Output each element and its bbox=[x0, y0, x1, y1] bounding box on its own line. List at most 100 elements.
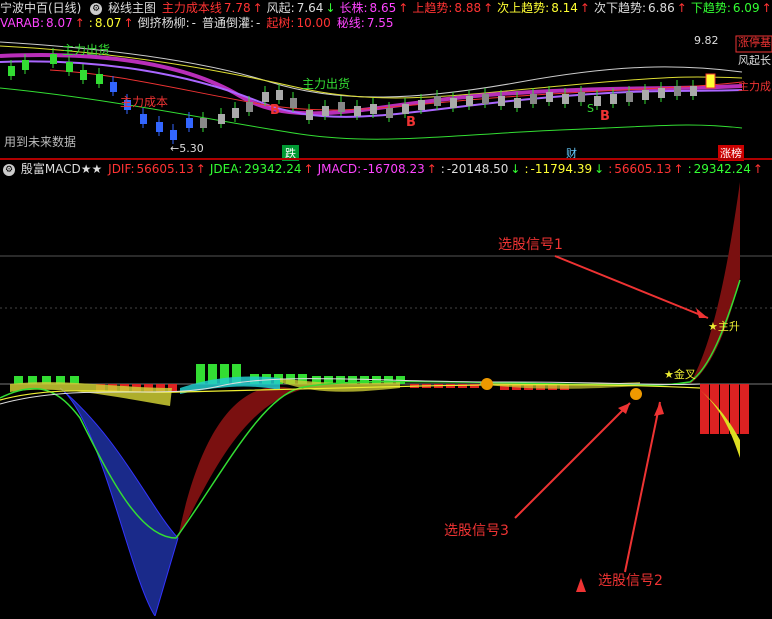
candle bbox=[578, 92, 585, 102]
candle bbox=[434, 96, 441, 106]
indicator-label: JDEA: bbox=[209, 162, 243, 176]
indicator-label: 普通倒灌: bbox=[202, 16, 255, 30]
candle bbox=[290, 98, 297, 108]
candle bbox=[276, 90, 283, 100]
indicator-number: 10.00 bbox=[296, 16, 331, 30]
indicator-value: 上趋势: 8.88 ↑ bbox=[412, 0, 495, 16]
label-zhuli-chuhuo-2: 主力出货 bbox=[302, 76, 350, 91]
trend-arrow-icon: ↑ bbox=[303, 162, 314, 176]
label-b2: B bbox=[406, 115, 416, 130]
candle bbox=[514, 98, 521, 108]
candle bbox=[170, 130, 177, 140]
candle bbox=[546, 92, 553, 102]
indicator-label: : bbox=[524, 162, 529, 176]
label-s1: S bbox=[587, 102, 594, 115]
main-chart-pane[interactable]: 主力出货 主力成本 主力出货 B B B S 9.82 ←5.30 用到未来数据… bbox=[0, 30, 772, 161]
candle bbox=[610, 94, 617, 104]
arrow-signal2 bbox=[624, 401, 661, 573]
indicator-label: 风起: bbox=[266, 1, 295, 15]
indicator-value: JDIF: 56605.13 ↑ bbox=[108, 161, 208, 177]
candle bbox=[8, 66, 15, 76]
pane-divider[interactable] bbox=[0, 158, 772, 160]
indicator-number: - bbox=[256, 16, 261, 30]
indicator-number: 56605.13 bbox=[614, 162, 672, 176]
histogram-bar bbox=[196, 364, 205, 384]
macd-settings-icon[interactable]: ⚙ bbox=[3, 163, 15, 176]
indicator-number: -11794.39 bbox=[530, 162, 593, 176]
trend-arrow-icon: ↑ bbox=[252, 1, 263, 15]
indicator-label: : bbox=[608, 162, 613, 176]
trough-blue-area bbox=[59, 387, 179, 618]
trend-arrow-icon: ↓ bbox=[510, 162, 521, 176]
trend-arrow-icon: ↓ bbox=[325, 1, 336, 15]
candle bbox=[594, 96, 601, 106]
candle bbox=[386, 108, 393, 118]
candle bbox=[306, 110, 313, 120]
indicator-value: JDEA: 29342.24 ↑ bbox=[210, 161, 316, 177]
trend-arrow-icon: ↑ bbox=[752, 162, 763, 176]
indicator-label: : bbox=[687, 162, 692, 176]
histogram-bar bbox=[458, 384, 467, 388]
macd-chart-pane[interactable]: ★主升 ★金叉 选股信号1 选股信号3 选股信号2 bbox=[0, 178, 772, 618]
price-low-label: ←5.30 bbox=[170, 142, 204, 155]
label-fengqi: 风起长 bbox=[738, 54, 771, 67]
candle bbox=[66, 62, 73, 72]
stock-title[interactable]: 宁波中百(日线) bbox=[0, 1, 81, 15]
main-chart-name[interactable]: 秘线主图 bbox=[108, 1, 156, 15]
indicator-number: 7.64 bbox=[296, 1, 324, 15]
label-zhuli-chengben: 主力成本 bbox=[120, 95, 168, 109]
trend-arrow-icon: ↑ bbox=[676, 1, 687, 15]
macd-indicator-values: JDIF: 56605.13 ↑ JDEA: 29342.24 ↑ JMACD: -16708… bbox=[108, 162, 767, 176]
indicator-value: 倒挤杨柳: - bbox=[138, 15, 200, 31]
indicator-value: :56605.13 ↑ bbox=[608, 161, 685, 177]
label-zhuli-cheng-right: 主力成 bbox=[738, 80, 771, 93]
candle bbox=[466, 96, 473, 106]
candle bbox=[322, 106, 329, 116]
candle bbox=[110, 82, 117, 92]
indicator-number: -20148.50 bbox=[446, 162, 509, 176]
indicator-value: JMACD: -16708.23 ↑ bbox=[318, 161, 439, 177]
annotation-signal1: 选股信号1 bbox=[498, 237, 563, 253]
indicator-label: : bbox=[88, 16, 93, 30]
label-jin: ★金叉 bbox=[664, 367, 696, 381]
macd-name[interactable]: 殷富MACD★★ bbox=[21, 162, 103, 176]
candle bbox=[418, 100, 425, 110]
indicator-number: 8.07 bbox=[94, 16, 122, 30]
candle bbox=[246, 102, 253, 112]
highlight-candle bbox=[705, 73, 716, 89]
indicator-number: 29342.24 bbox=[693, 162, 751, 176]
label-zhusheng: ★主升 bbox=[708, 320, 740, 333]
label-b3: B bbox=[600, 109, 610, 124]
label-zhuli-chuhuo-1: 主力出货 bbox=[62, 42, 110, 57]
settings-icon[interactable]: ⚙ bbox=[90, 2, 103, 15]
candle bbox=[498, 96, 505, 106]
candle bbox=[200, 118, 207, 128]
macd-chart-svg: ★主升 ★金叉 bbox=[0, 182, 772, 618]
indicator-label: 次上趋势: bbox=[497, 1, 550, 15]
trend-arrow-icon: ↓ bbox=[594, 162, 605, 176]
indicator-value: : -11794.39 ↓ bbox=[524, 161, 606, 177]
candle bbox=[262, 92, 269, 102]
indicator-number: 8.07 bbox=[46, 16, 73, 30]
surge-red-area bbox=[690, 182, 740, 384]
label-zhangting-ji: 涨停基 bbox=[738, 35, 771, 49]
candle bbox=[22, 60, 29, 70]
indicator-number: 8.65 bbox=[369, 1, 397, 15]
indicator-label: 长株: bbox=[339, 1, 368, 15]
sub-header: VARAB: 8.07 ↑:8.07 ↑ 倒挤杨柳: - 普通倒灌: - 起树: 10.00 秘线:… bbox=[0, 15, 402, 31]
sub-header-values: VARAB: 8.07 ↑:8.07 ↑ 倒挤杨柳: - 普通倒灌: - 起树: 10.00 秘线:… bbox=[0, 16, 400, 30]
indicator-number: 29342.24 bbox=[244, 162, 302, 176]
indicator-value: 下趋势: 6.09 ↑ bbox=[691, 0, 772, 16]
indicator-value: 秘线: 7.55 bbox=[337, 15, 398, 31]
candle bbox=[450, 98, 457, 108]
marker-triangle-up bbox=[576, 578, 586, 592]
signal-circle-1 bbox=[481, 378, 493, 390]
indicator-number: 8.14 bbox=[551, 1, 578, 15]
candle bbox=[140, 114, 147, 124]
indicator-value: 次下趋势: 6.86 ↑ bbox=[594, 0, 689, 16]
indicator-value: 起树: 10.00 bbox=[266, 15, 334, 31]
indicator-number: 8.88 bbox=[454, 1, 482, 15]
trend-arrow-icon: ↑ bbox=[761, 1, 772, 15]
label-b1: B bbox=[270, 103, 280, 118]
indicator-label: 倒挤杨柳: bbox=[137, 16, 190, 30]
